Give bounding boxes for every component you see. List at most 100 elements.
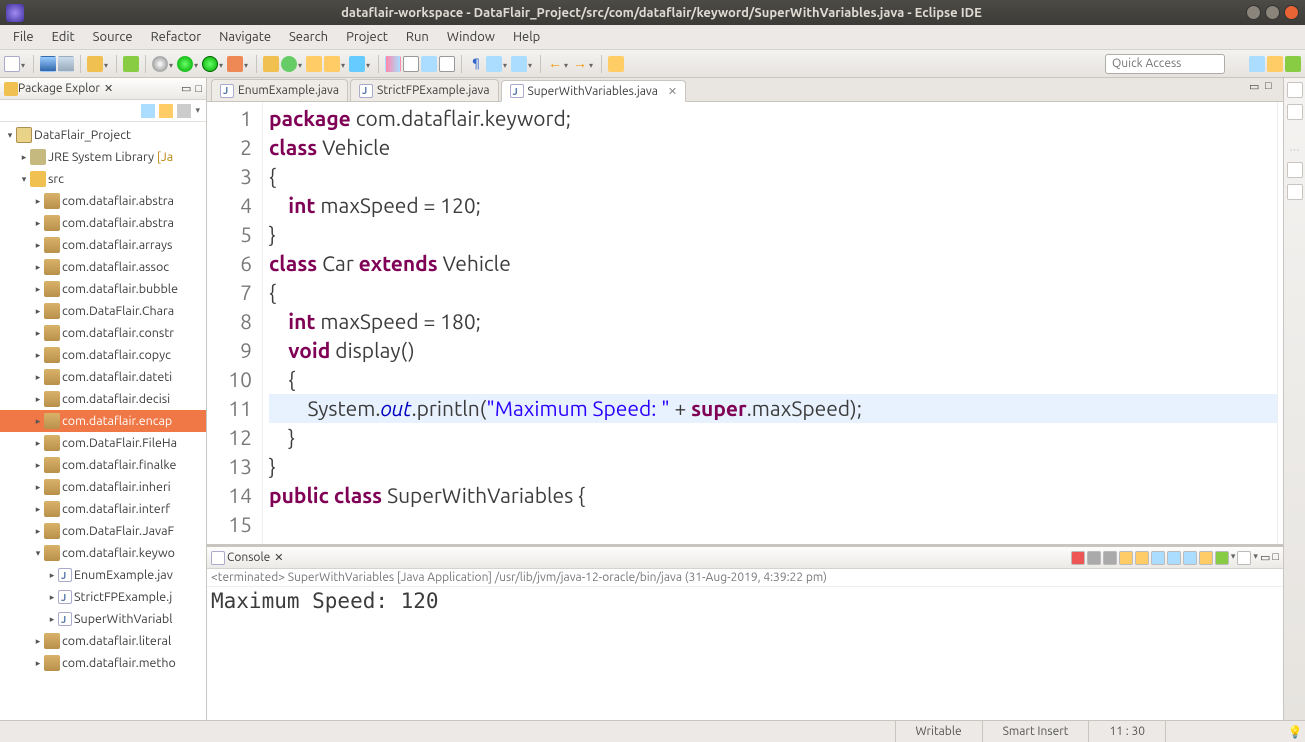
open-type-dropdown[interactable] bbox=[104, 61, 110, 67]
package-3[interactable]: ▸com.dataflair.assoc bbox=[0, 256, 206, 278]
package-4[interactable]: ▸com.dataflair.bubble bbox=[0, 278, 206, 300]
package-15[interactable]: ▸com.DataFlair.JavaF bbox=[0, 520, 206, 542]
console-maximize-icon[interactable]: □ bbox=[1272, 551, 1279, 565]
annotate-button[interactable] bbox=[403, 56, 419, 72]
menu-refactor[interactable]: Refactor bbox=[142, 28, 211, 46]
back-dropdown[interactable] bbox=[564, 61, 570, 67]
terminate-icon[interactable] bbox=[1071, 551, 1085, 565]
wrap-button[interactable] bbox=[486, 56, 502, 72]
close-button[interactable] bbox=[1284, 5, 1299, 20]
file-0[interactable]: ▸EnumExample.jav bbox=[0, 564, 206, 586]
console-dropdown[interactable]: ▾ bbox=[1231, 551, 1236, 565]
wrap-dropdown[interactable] bbox=[503, 61, 509, 67]
show-console-icon[interactable] bbox=[1167, 551, 1181, 565]
package-1[interactable]: ▸com.dataflair.abstra bbox=[0, 212, 206, 234]
file-2[interactable]: ▸SuperWithVariabl bbox=[0, 608, 206, 630]
package-18[interactable]: ▸com.dataflair.metho bbox=[0, 652, 206, 674]
coverage-button[interactable] bbox=[202, 56, 218, 72]
focus-icon[interactable] bbox=[177, 104, 191, 118]
remove-all-icon[interactable] bbox=[1103, 551, 1117, 565]
forward-button[interactable]: → bbox=[572, 56, 588, 72]
editor-tab-0[interactable]: EnumExample.java bbox=[211, 79, 348, 101]
file-1[interactable]: ▸StrictFPExample.j bbox=[0, 586, 206, 608]
folder2-dropdown[interactable] bbox=[341, 61, 347, 67]
new-class-dropdown[interactable] bbox=[298, 61, 304, 67]
editor-maximize-icon[interactable]: □ bbox=[1265, 80, 1279, 94]
console-minimize-icon[interactable]: ▭ bbox=[1260, 551, 1270, 565]
editor-tab-1[interactable]: StrictFPExample.java bbox=[350, 79, 498, 101]
editor-tab-2[interactable]: SuperWithVariables.java✕ bbox=[501, 80, 687, 102]
package-0[interactable]: ▸com.dataflair.abstra bbox=[0, 190, 206, 212]
remove-launch-icon[interactable] bbox=[1087, 551, 1101, 565]
run-dropdown[interactable] bbox=[194, 61, 200, 67]
display-selected-icon[interactable] bbox=[1199, 551, 1213, 565]
package-17[interactable]: ▸com.dataflair.literal bbox=[0, 630, 206, 652]
debug-button[interactable] bbox=[152, 56, 168, 72]
package-9[interactable]: ▸com.dataflair.decisi bbox=[0, 388, 206, 410]
package-12[interactable]: ▸com.dataflair.finalke bbox=[0, 454, 206, 476]
package-7[interactable]: ▸com.dataflair.copyc bbox=[0, 344, 206, 366]
jre-node[interactable]: ▸JRE System Library [Ja bbox=[0, 146, 206, 168]
tab-close-icon[interactable]: ✕ bbox=[668, 85, 677, 98]
package-13[interactable]: ▸com.dataflair.inheri bbox=[0, 476, 206, 498]
clear-console-icon[interactable] bbox=[1119, 551, 1133, 565]
package-6[interactable]: ▸com.dataflair.constr bbox=[0, 322, 206, 344]
view-maximize-icon[interactable]: □ bbox=[195, 83, 202, 95]
package-10[interactable]: ▸com.dataflair.encap bbox=[0, 410, 206, 432]
search-button[interactable] bbox=[385, 56, 401, 72]
save-button[interactable] bbox=[40, 56, 56, 72]
code-area[interactable]: package com.dataflair.keyword;class Vehi… bbox=[263, 102, 1277, 544]
open-type-button[interactable] bbox=[87, 56, 103, 72]
menu-source[interactable]: Source bbox=[84, 28, 142, 46]
package-16[interactable]: ▾com.dataflair.keywo bbox=[0, 542, 206, 564]
back-button[interactable]: ← bbox=[547, 56, 563, 72]
package-8[interactable]: ▸com.dataflair.dateti bbox=[0, 366, 206, 388]
task-button[interactable] bbox=[421, 56, 437, 72]
view-menu-icon[interactable]: ▾ bbox=[195, 105, 200, 116]
toggle-button[interactable] bbox=[123, 56, 139, 72]
collapse-all-icon[interactable] bbox=[141, 104, 155, 118]
pin-console-icon[interactable] bbox=[1183, 551, 1197, 565]
view-minimize-icon[interactable]: ▭ bbox=[181, 82, 191, 95]
new-console-dropdown[interactable]: ▾ bbox=[1253, 551, 1258, 565]
link-editor-icon[interactable] bbox=[159, 104, 173, 118]
java-perspective-button[interactable] bbox=[1267, 56, 1283, 72]
open-perspective-button[interactable] bbox=[1249, 56, 1265, 72]
debug-perspective-button[interactable] bbox=[1285, 56, 1301, 72]
new-dropdown[interactable] bbox=[21, 61, 27, 67]
new-package-button[interactable] bbox=[263, 56, 279, 72]
quick-access-input[interactable] bbox=[1105, 54, 1225, 74]
package-11[interactable]: ▸com.DataFlair.FileHa bbox=[0, 432, 206, 454]
project-tree[interactable]: ▾DataFlair_Project▸JRE System Library [J… bbox=[0, 122, 206, 720]
interface-button[interactable] bbox=[349, 56, 365, 72]
pilcrow-button[interactable]: ¶ bbox=[468, 56, 484, 72]
format-dropdown[interactable] bbox=[528, 61, 534, 67]
tasklist-icon[interactable] bbox=[1287, 104, 1303, 120]
package-5[interactable]: ▸com.DataFlair.Chara bbox=[0, 300, 206, 322]
save-all-button[interactable] bbox=[58, 56, 74, 72]
coverage-dropdown[interactable] bbox=[219, 61, 225, 67]
format-button[interactable] bbox=[511, 56, 527, 72]
new-class-button[interactable] bbox=[281, 56, 297, 72]
src-node[interactable]: ▾src bbox=[0, 168, 206, 190]
editor-minimize-icon[interactable]: ▭ bbox=[1249, 80, 1263, 94]
debug-dropdown[interactable] bbox=[169, 61, 175, 67]
scroll-lock-icon[interactable] bbox=[1135, 551, 1149, 565]
run-last-dropdown[interactable] bbox=[244, 61, 250, 67]
tip-icon[interactable]: 💡 bbox=[1285, 725, 1305, 739]
maximize-button[interactable] bbox=[1265, 5, 1280, 20]
forward-dropdown[interactable] bbox=[589, 61, 595, 67]
menu-run[interactable]: Run bbox=[397, 28, 438, 46]
minimize-button[interactable] bbox=[1246, 5, 1261, 20]
folder2-button[interactable] bbox=[324, 56, 340, 72]
outline-restore-icon[interactable] bbox=[1287, 82, 1303, 98]
new-console-icon[interactable] bbox=[1237, 551, 1251, 565]
project-node[interactable]: ▾DataFlair_Project bbox=[0, 124, 206, 146]
folder-button[interactable] bbox=[306, 56, 322, 72]
interface-dropdown[interactable] bbox=[366, 61, 372, 67]
menu-window[interactable]: Window bbox=[438, 28, 504, 46]
code-editor[interactable]: 123456789101112131415 package com.datafl… bbox=[207, 102, 1283, 544]
menu-help[interactable]: Help bbox=[504, 28, 549, 46]
new-button[interactable] bbox=[4, 56, 20, 72]
pin-button[interactable] bbox=[608, 56, 624, 72]
